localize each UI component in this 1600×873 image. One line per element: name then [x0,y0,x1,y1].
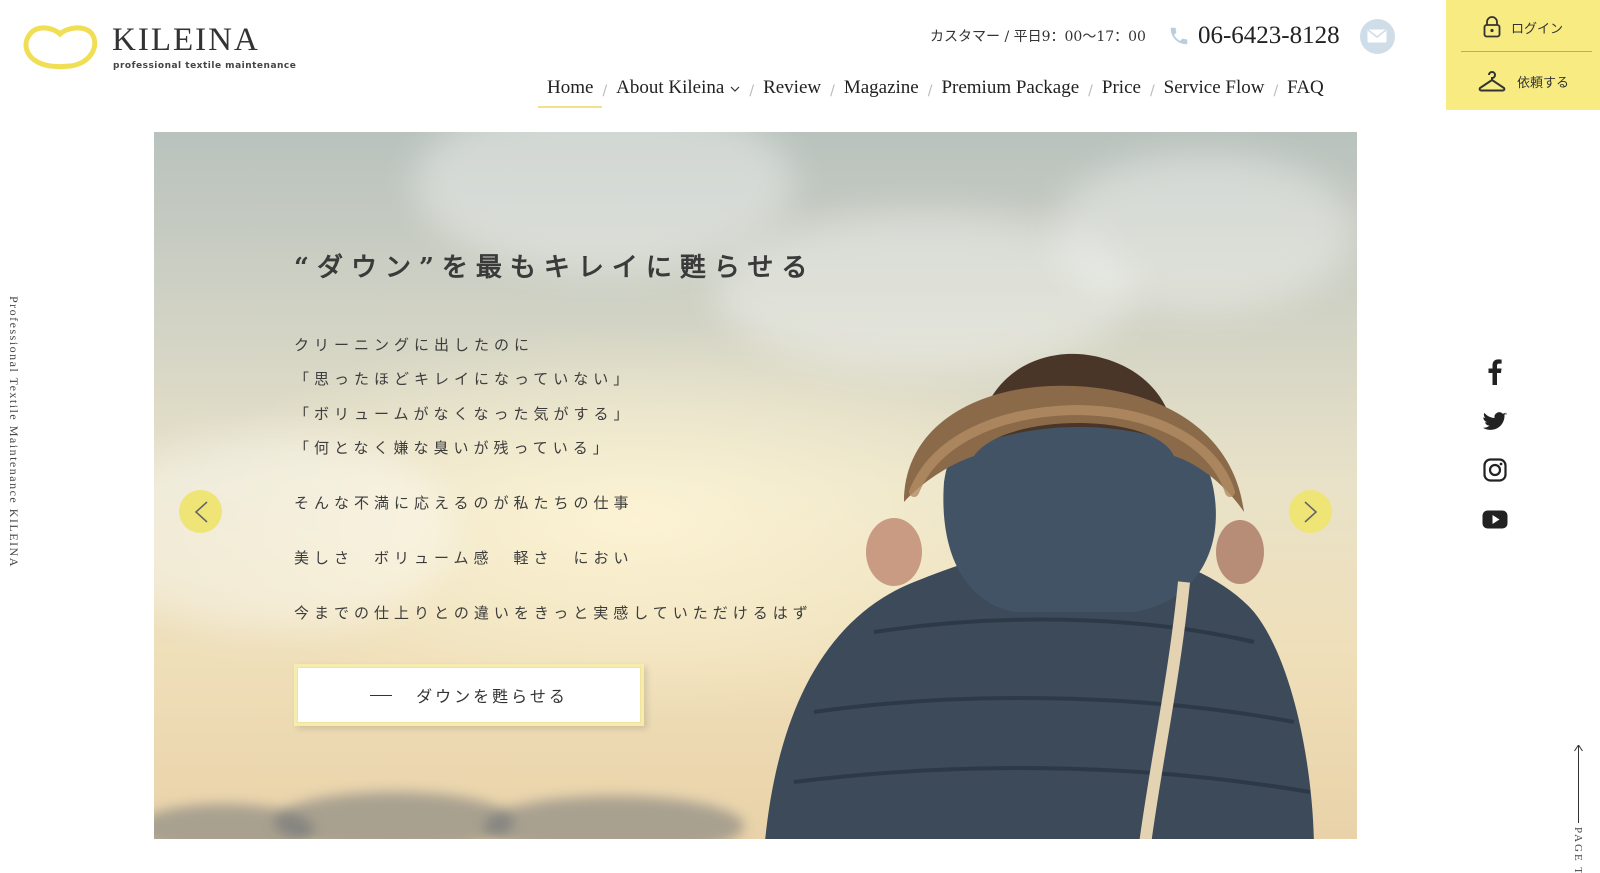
request-label: 依頼する [1516,75,1569,91]
hanger-icon [1478,71,1506,92]
chevron-right-icon [1303,500,1317,523]
login-label: ログイン [1510,21,1563,37]
cta-label: ダウンを甦らせる [416,687,568,706]
hero-copy-line: 今までの仕上りとの違いをきっと実感していただけるはず [294,604,813,622]
slider-prev-button[interactable] [179,490,222,533]
logo-tagline: professional textile maintenance [113,61,297,71]
nav-service-flow[interactable]: Service Flow [1164,70,1265,106]
nav-separator: / [749,83,755,99]
hero-copy-line: 「ボリュームがなくなった気がする」 [294,405,634,423]
main-nav: Home / About Kileina / Review / Magazine… [537,70,1324,108]
nav-label: Premium Package [941,77,1080,98]
facebook-icon[interactable] [1479,356,1511,388]
nav-separator: / [1273,83,1279,99]
logo-mark-icon [23,25,98,70]
nav-label: Home [547,77,594,98]
hero-copy-line: 美しさ ボリューム感 軽さ におい [294,549,634,567]
hero-copy-line: そんな不満に応えるのが私たちの仕事 [294,494,634,512]
hero-headline: “ダウン”を最もキレイに甦らせる [294,253,816,283]
instagram-icon[interactable] [1479,454,1511,486]
mail-button[interactable] [1359,18,1395,54]
nav-separator: / [602,83,608,99]
hero-copy-line: 「何となく嫌な臭いが残っている」 [294,439,613,457]
page-top-label: PAGE TOP [1572,827,1584,873]
side-divider [1461,51,1592,52]
hero-copy-line: 「思ったほどキレイになっていない」 [294,370,634,388]
nav-label: Review [763,77,822,98]
mail-icon [1367,29,1387,43]
hero-copy-line: クリーニングに出したのに [294,336,535,354]
nav-price[interactable]: Price [1102,70,1141,106]
nav-label: FAQ [1287,77,1324,98]
nav-separator: / [830,83,835,99]
nav-about[interactable]: About Kileina [616,70,740,106]
phone-icon [1170,27,1188,45]
nav-label: Service Flow [1163,77,1265,98]
cta-dash-icon [370,694,393,696]
side-actions-panel: ログイン 依頼する [1446,0,1600,110]
hero-cloud [1054,152,1354,312]
contact-bar: カスタマー / 平日9：00〜17：00 06-6423-8128 [930,18,1395,54]
phone-number: 06-6423-8128 [1197,22,1340,49]
contact-phone[interactable]: 06-6423-8128 [1168,22,1340,50]
nav-separator: / [1149,83,1155,99]
twitter-icon[interactable] [1479,405,1511,437]
arrow-up-icon [1574,745,1583,752]
chevron-down-icon [730,86,740,92]
nav-home[interactable]: Home [537,70,603,108]
hero-cloud-dark [484,796,744,839]
chevron-left-icon [194,500,208,523]
lock-icon [1483,16,1501,38]
youtube-icon[interactable] [1479,503,1511,535]
contact-hours: カスタマー / 平日9：00〜17：00 [930,29,1146,45]
nav-label: Magazine [843,77,919,98]
vertical-tagline: Professional Textile Maintenance KILEINA [7,296,21,568]
nav-label: About Kileina [616,77,725,98]
nav-label: Price [1101,77,1141,98]
nav-separator: / [927,83,933,99]
hero-slider: “ダウン”を最もキレイに甦らせる クリーニングに出したのに 「思ったほどキレイに… [154,132,1357,839]
nav-faq[interactable]: FAQ [1287,70,1324,106]
request-button[interactable]: 依頼する [1446,54,1600,108]
logo-wordmark: KILEINA [112,22,260,58]
nav-review[interactable]: Review [763,70,821,106]
logo[interactable]: KILEINA professional textile maintenance [20,18,296,78]
social-links [1479,356,1511,552]
page-top-line [1578,745,1579,823]
nav-magazine[interactable]: Magazine [844,70,919,106]
nav-separator: / [1088,83,1093,99]
page-top-link[interactable]: PAGE TOP [1570,745,1590,873]
login-button[interactable]: ログイン [1446,0,1600,54]
hero-person-photo [765,353,1314,839]
slider-next-button[interactable] [1289,490,1332,533]
nav-premium-package[interactable]: Premium Package [941,70,1079,106]
revive-down-button[interactable]: ダウンを甦らせる [294,664,644,726]
